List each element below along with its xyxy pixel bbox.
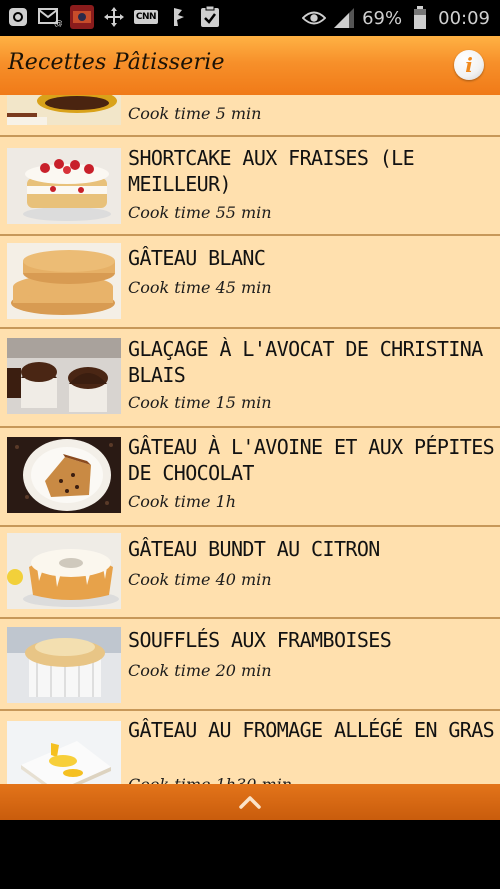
battery-percent: 69% xyxy=(362,7,403,29)
recipe-title: GÂTEAU AU FROMAGE ALLÉGÉ EN GRAS xyxy=(128,718,495,742)
recipe-title: SOUFFLÉS AUX FRAMBOISES xyxy=(128,628,392,652)
notification-icons: @ CNN xyxy=(6,5,222,29)
email-icon: @ xyxy=(38,5,62,29)
move-icon xyxy=(102,5,126,29)
chocolate-cupcakes-thumbnail xyxy=(7,338,121,414)
chevron-up-icon xyxy=(239,796,261,809)
recipe-row[interactable]: GÂTEAU BLANC Cook time 45 min xyxy=(0,236,500,329)
svg-text:@: @ xyxy=(54,19,62,27)
clipboard-check-icon xyxy=(198,5,222,29)
recipe-cook-time: Cook time 20 min xyxy=(128,661,272,680)
recipe-row[interactable]: GLAÇAGE À L'AVOCAT DE CHRISTINA BLAIS Co… xyxy=(0,329,500,428)
bottom-bar xyxy=(0,784,500,820)
cnn-label: CNN xyxy=(133,10,159,24)
status-bar: @ CNN 69% 00:09 xyxy=(0,0,500,36)
recipe-title: GLAÇAGE À L'AVOCAT DE CHRISTINA BLAIS xyxy=(128,337,483,387)
recipe-cook-time: Cook time 45 min xyxy=(128,278,272,297)
app-title: Recettes Pâtisserie xyxy=(8,50,225,75)
recipe-row[interactable]: GÂTEAU À L'AVOINE ET AUX PÉPITES DE CHOC… xyxy=(0,428,500,527)
system-nav-area xyxy=(0,820,500,889)
recipe-title: GÂTEAU BUNDT AU CITRON xyxy=(128,537,380,561)
recipe-row[interactable]: GÂTEAU AU FROMAGE ALLÉGÉ EN GRAS Cook ti… xyxy=(0,711,500,784)
flag-icon xyxy=(166,5,190,29)
recipe-list[interactable]: Cook time 5 min SHORTCAKE AUX FRAISES (L… xyxy=(0,95,500,784)
recipe-cook-time: Cook time 5 min xyxy=(128,104,262,123)
eye-icon xyxy=(302,6,327,30)
app-header: Recettes Pâtisserie i xyxy=(0,36,500,95)
cnn-icon: CNN xyxy=(133,5,159,29)
recipe-row[interactable]: Cook time 5 min xyxy=(0,95,500,137)
recipe-row[interactable]: GÂTEAU BUNDT AU CITRON Cook time 40 min xyxy=(0,527,500,619)
messenger-icon xyxy=(6,5,30,29)
clock: 00:09 xyxy=(438,7,490,29)
recipe-row[interactable]: SHORTCAKE AUX FRAISES (LE MEILLEUR) Cook… xyxy=(0,137,500,236)
game-app-icon xyxy=(70,5,94,29)
recipe-cook-time: Cook time 40 min xyxy=(128,570,272,589)
chocolate-cake-thumbnail xyxy=(7,95,121,125)
scroll-up-button[interactable] xyxy=(236,792,264,812)
white-cake-thumbnail xyxy=(7,243,121,319)
recipe-row[interactable]: SOUFFLÉS AUX FRAMBOISES Cook time 20 min xyxy=(0,619,500,711)
raspberry-souffle-thumbnail xyxy=(7,627,121,703)
recipe-cook-time: Cook time 15 min xyxy=(128,393,272,412)
strawberry-shortcake-thumbnail xyxy=(7,148,121,224)
recipe-cook-time: Cook time 55 min xyxy=(128,203,272,222)
recipe-title: SHORTCAKE AUX FRAISES (LE MEILLEUR) xyxy=(128,146,415,196)
lemon-bundt-cake-thumbnail xyxy=(7,533,121,609)
info-icon: i xyxy=(465,53,473,77)
recipe-title: GÂTEAU À L'AVOINE ET AUX PÉPITES DE CHOC… xyxy=(128,435,495,485)
info-button[interactable]: i xyxy=(454,50,484,80)
system-status: 69% 00:09 xyxy=(302,6,490,30)
oat-chocolate-cake-thumbnail xyxy=(7,437,121,513)
cheesecake-thumbnail xyxy=(7,721,121,784)
recipe-cook-time: Cook time 1h30 min xyxy=(128,775,292,784)
recipe-cook-time: Cook time 1h xyxy=(128,492,237,511)
battery-icon xyxy=(408,6,432,30)
signal-icon xyxy=(332,6,356,30)
recipe-title: GÂTEAU BLANC xyxy=(128,246,266,270)
